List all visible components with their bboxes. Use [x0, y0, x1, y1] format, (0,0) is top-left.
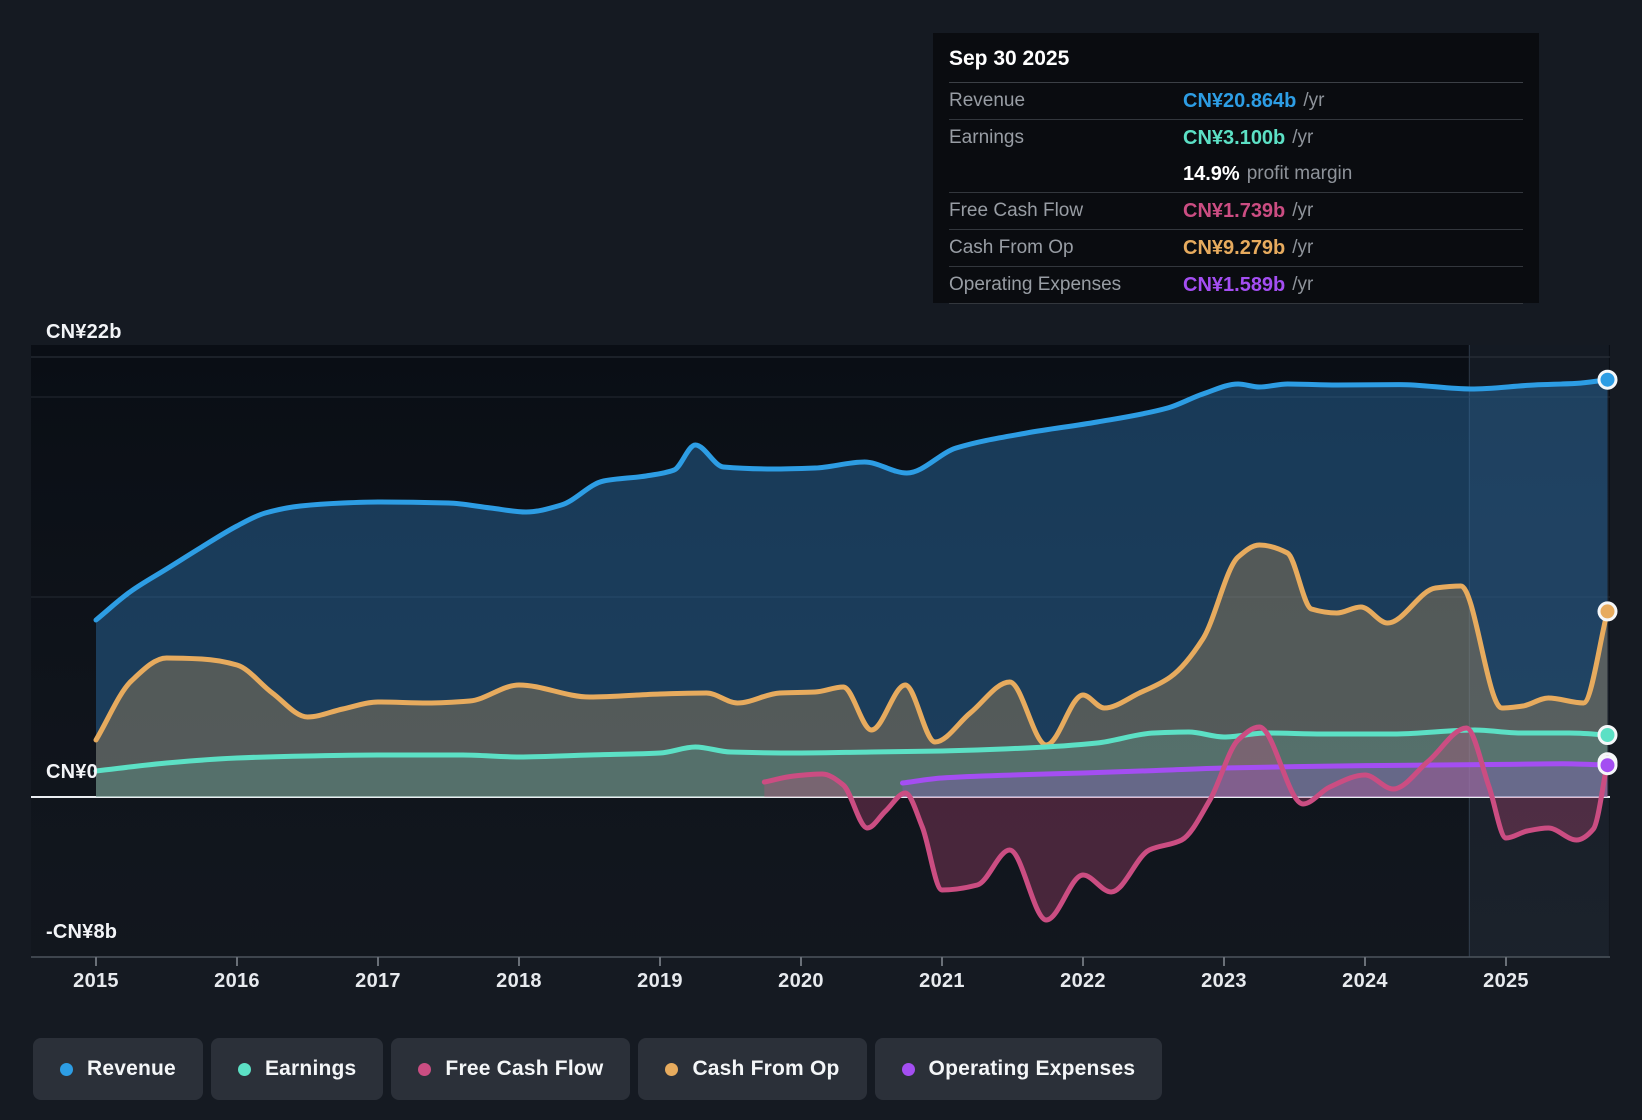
- tooltip-earnings-label: Earnings: [949, 127, 1183, 149]
- tooltip-cashop-value: CN¥9.279b: [1183, 237, 1285, 260]
- y-axis-label: -CN¥8b: [46, 921, 117, 944]
- x-axis-label: 2023: [1179, 970, 1269, 993]
- legend-chip-earnings[interactable]: Earnings: [211, 1038, 383, 1100]
- legend-chip-opex[interactable]: Operating Expenses: [875, 1038, 1163, 1100]
- x-axis-label: 2018: [474, 970, 564, 993]
- tooltip-fcf-label: Free Cash Flow: [949, 200, 1183, 222]
- legend-label: Cash From Op: [692, 1057, 839, 1081]
- tooltip-row-revenue: Revenue CN¥20.864b /yr: [949, 83, 1523, 120]
- earnings-revenue-history-chart-page: { "tooltip": { "date": "Sep 30 2025", "r…: [0, 0, 1642, 1120]
- legend-chip-cashop[interactable]: Cash From Op: [638, 1038, 866, 1100]
- y-axis-label: CN¥22b: [46, 321, 122, 344]
- endpoint-cashop: [1599, 603, 1616, 620]
- tooltip-panel: Sep 30 2025 Revenue CN¥20.864b /yr Earni…: [933, 33, 1539, 303]
- legend-chip-fcf[interactable]: Free Cash Flow: [391, 1038, 630, 1100]
- x-axis-label: 2021: [897, 970, 987, 993]
- endpoint-revenue: [1599, 371, 1616, 388]
- legend-dot-icon: [902, 1063, 915, 1076]
- tooltip-cashop-label: Cash From Op: [949, 237, 1183, 259]
- tooltip-opex-label: Operating Expenses: [949, 274, 1183, 296]
- x-axis-label: 2015: [51, 970, 141, 993]
- x-axis-label: 2017: [333, 970, 423, 993]
- tooltip-date: Sep 30 2025: [949, 33, 1523, 83]
- x-axis-label: 2016: [192, 970, 282, 993]
- tooltip-fcf-unit: /yr: [1292, 200, 1313, 222]
- legend-bar: Revenue Earnings Free Cash Flow Cash From O…: [33, 1038, 1162, 1100]
- endpoint-opex: [1599, 757, 1616, 774]
- tooltip-cashop-unit: /yr: [1292, 237, 1313, 259]
- tooltip-revenue-unit: /yr: [1303, 90, 1324, 112]
- x-axis-label: 2022: [1038, 970, 1128, 993]
- tooltip-revenue-value: CN¥20.864b: [1183, 90, 1296, 113]
- tooltip-row-profit-margin: 14.9% profit margin: [949, 156, 1523, 193]
- y-axis-label: CN¥0: [46, 761, 98, 784]
- tooltip-opex-unit: /yr: [1292, 274, 1313, 296]
- tooltip-fcf-value: CN¥1.739b: [1183, 200, 1285, 223]
- tooltip-row-fcf: Free Cash Flow CN¥1.739b /yr: [949, 193, 1523, 230]
- legend-dot-icon: [238, 1063, 251, 1076]
- tooltip-margin-label: profit margin: [1247, 163, 1353, 185]
- legend-dot-icon: [665, 1063, 678, 1076]
- x-axis-label: 2024: [1320, 970, 1410, 993]
- tooltip-opex-value: CN¥1.589b: [1183, 274, 1285, 297]
- endpoint-earnings: [1599, 727, 1616, 744]
- tooltip-row-opex: Operating Expenses CN¥1.589b /yr: [949, 267, 1523, 304]
- tooltip-row-cashop: Cash From Op CN¥9.279b /yr: [949, 230, 1523, 267]
- legend-dot-icon: [418, 1063, 431, 1076]
- tooltip-revenue-label: Revenue: [949, 90, 1183, 112]
- x-axis-label: 2020: [756, 970, 846, 993]
- legend-label: Earnings: [265, 1057, 356, 1081]
- legend-dot-icon: [60, 1063, 73, 1076]
- tooltip-earnings-value: CN¥3.100b: [1183, 127, 1285, 150]
- tooltip-earnings-unit: /yr: [1292, 127, 1313, 149]
- legend-label: Revenue: [87, 1057, 176, 1081]
- legend-label: Free Cash Flow: [445, 1057, 603, 1081]
- x-axis-label: 2025: [1461, 970, 1551, 993]
- x-axis-label: 2019: [615, 970, 705, 993]
- tooltip-margin-value: 14.9%: [1183, 163, 1240, 186]
- tooltip-row-earnings: Earnings CN¥3.100b /yr: [949, 120, 1523, 156]
- legend-chip-revenue[interactable]: Revenue: [33, 1038, 203, 1100]
- legend-label: Operating Expenses: [929, 1057, 1136, 1081]
